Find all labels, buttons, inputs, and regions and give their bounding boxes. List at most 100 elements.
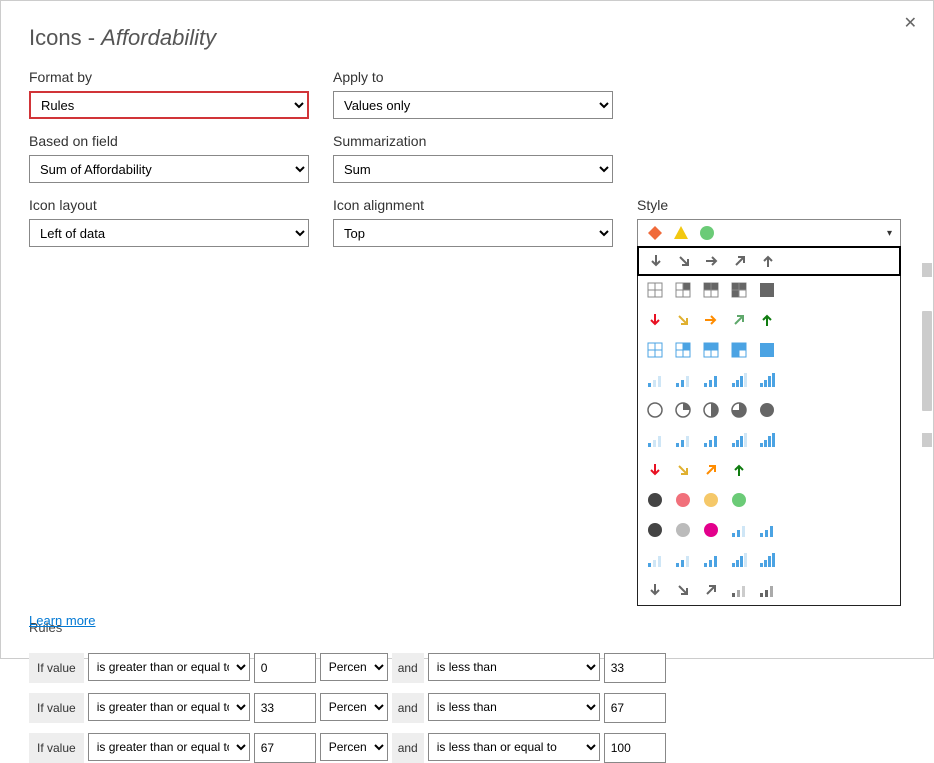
rule-operator1-select[interactable]: is greater than or equal to [88,733,250,761]
apply-to-label: Apply to [333,69,613,85]
bquad-1-icon [674,341,692,359]
style-select[interactable]: ▾ [637,219,901,247]
style-option-bars-a[interactable] [638,365,900,395]
rules-heading: Rules [29,620,905,635]
scrollbar[interactable] [922,263,932,653]
arrow-down-red2-icon [646,461,664,479]
quadrant-2-icon [702,281,720,299]
dot-amber-icon [702,491,720,509]
icons-dialog: ✕ Icons - Affordability Format by Rules … [0,0,934,659]
and-label: and [392,653,424,683]
rule-value1-input[interactable] [254,693,316,723]
bars-a5-icon [758,371,776,389]
rules-block: If value is greater than or equal to Per… [29,653,905,763]
bars-b4-icon [730,431,748,449]
arrow-down-red-icon [646,311,664,329]
arrow-down-gray2-icon [646,581,664,599]
quadrant-0-icon [646,281,664,299]
rule-value2-input[interactable] [604,653,666,683]
bars-small2-icon [758,521,776,539]
bars-c1-icon [646,551,664,569]
style-option-arrows-colored[interactable] [638,305,900,335]
style-option-arrows-gray[interactable] [637,246,901,276]
icon-layout-select[interactable]: Left of data [29,219,309,247]
arrow-up-icon [759,252,777,270]
bars-b5-icon [758,431,776,449]
close-button[interactable]: ✕ [900,9,921,37]
arrow-downright-amber2-icon [674,461,692,479]
arrow-downright-amber-icon [674,311,692,329]
style-dropdown-list [637,246,901,606]
arrow-right-orange-icon [702,311,720,329]
style-label: Style [637,197,901,213]
rule-unit-select[interactable]: Percent [320,733,388,761]
style-option-bars-b[interactable] [638,425,900,455]
style-option-quadrants-blue[interactable] [638,335,900,365]
arrow-up-green-icon [758,311,776,329]
triangle-yellow-icon [672,224,690,242]
bars-b1-icon [646,431,664,449]
bars-c3-icon [702,551,720,569]
pie-0-icon [646,401,664,419]
bars-small1-icon [730,521,748,539]
style-option-dots-bars[interactable] [638,515,900,545]
arrow-downright-gray2-icon [674,581,692,599]
bquad-0-icon [646,341,664,359]
summarization-select[interactable]: Sum [333,155,613,183]
style-option-dots-colored[interactable] [638,485,900,515]
diamond-red-icon [646,224,664,242]
bquad-2-icon [702,341,720,359]
icon-layout-label: Icon layout [29,197,309,213]
style-option-pies[interactable] [638,395,900,425]
rule-value1-input[interactable] [254,653,316,683]
quadrant-3-icon [730,281,748,299]
arrow-upright-icon [731,252,749,270]
rule-unit-select[interactable]: Percent [320,653,388,681]
rule-operator1-select[interactable]: is greater than or equal to [88,653,250,681]
rule-value2-input[interactable] [604,733,666,763]
rule-row: If value is greater than or equal to Per… [29,653,905,683]
rule-operator1-select[interactable]: is greater than or equal to [88,693,250,721]
bars-a4-icon [730,371,748,389]
pie-75-icon [730,401,748,419]
dot-dark2-icon [646,521,664,539]
arrow-downright-icon [675,252,693,270]
bquad-4-icon [758,341,776,359]
bars-c5-icon [758,551,776,569]
style-option-quadrants-gray[interactable] [638,275,900,305]
dialog-title: Icons - Affordability [29,25,905,51]
circle-green-icon [698,224,716,242]
icon-alignment-label: Icon alignment [333,197,613,213]
arrow-up-green2-icon [730,461,748,479]
title-subject: Affordability [101,25,216,50]
based-on-field-select[interactable]: Sum of Affordability [29,155,309,183]
quadrant-1-icon [674,281,692,299]
rule-operator2-select[interactable]: is less than [428,653,600,681]
rule-row: If value is greater than or equal to Per… [29,693,905,723]
arrow-right-icon [703,252,721,270]
icon-alignment-select[interactable]: Top [333,219,613,247]
rule-operator2-select[interactable]: is less than or equal to [428,733,600,761]
dot-dark-icon [646,491,664,509]
apply-to-select[interactable]: Values only [333,91,613,119]
summarization-label: Summarization [333,133,613,149]
format-by-select[interactable]: Rules [29,91,309,119]
style-option-bars-c[interactable] [638,545,900,575]
bars-a3-icon [702,371,720,389]
rule-unit-select[interactable]: Percent [320,693,388,721]
pie-25-icon [674,401,692,419]
learn-more-link[interactable]: Learn more [29,613,95,628]
rule-value2-input[interactable] [604,693,666,723]
bars-b3-icon [702,431,720,449]
if-value-label: If value [29,653,84,683]
quadrant-4-icon [758,281,776,299]
style-option-arrows-bars[interactable] [638,575,900,605]
rule-operator2-select[interactable]: is less than [428,693,600,721]
bars-gray1-icon [730,581,748,599]
style-option-arrows-colored-b[interactable] [638,455,900,485]
arrow-upright-green-icon [730,311,748,329]
if-value-label: If value [29,733,84,763]
format-by-label: Format by [29,69,309,85]
bars-a2-icon [674,371,692,389]
rule-value1-input[interactable] [254,733,316,763]
